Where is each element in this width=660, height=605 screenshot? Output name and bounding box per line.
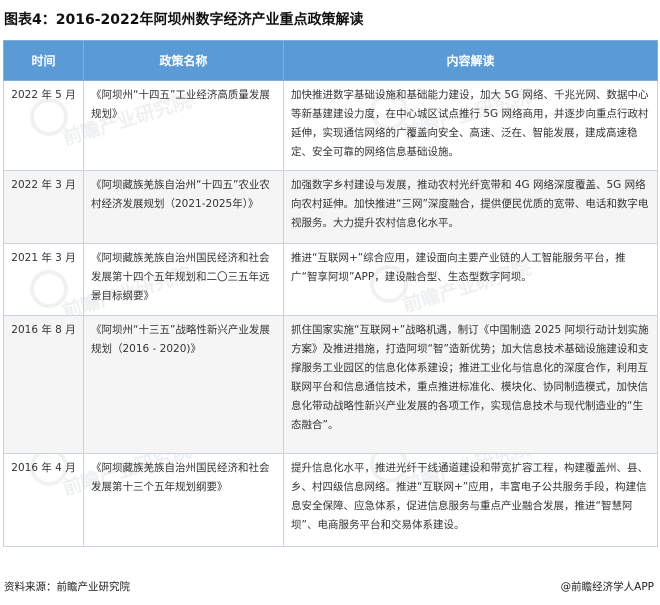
- table-header-row: 时间 政策名称 内容解读: [3, 40, 658, 81]
- row-policy: 《阿坝藏族羌族自治州国民经济和社会发展第十四个五年规划和二〇三五年远景目标纲要》: [83, 243, 284, 316]
- row-time: 2016 年 8 月: [3, 315, 84, 454]
- row-policy: 《阿坝藏族羌族自治州“十四五”农业农村经济发展规划（2021-2025年）》: [83, 170, 284, 244]
- table-row: 2016 年 4 月 《阿坝藏族羌族自治州国民经济和社会发展第十三个五年规划纲要…: [3, 453, 658, 547]
- header-content: 内容解读: [283, 40, 658, 81]
- chart-title: 图表4：2016-2022年阿坝州数字经济产业重点政策解读: [4, 12, 364, 28]
- table-row: 2022 年 5 月 《阿坝州“十四五”工业经济高质量发展规划》 加快推进数字基…: [3, 80, 658, 171]
- row-content: 推进“互联网+”综合应用，建设面向主要产业链的人工智能服务平台，推广“智享阿坝”…: [283, 243, 658, 316]
- row-time: 2021 年 3 月: [3, 243, 84, 316]
- row-content: 加快推进数字基础设施和基础能力建设，加大 5G 网络、千兆光网、数据中心等新基建…: [283, 80, 658, 171]
- row-content: 抓住国家实施“互联网+”战略机遇，制订《中国制造 2025 阿坝行动计划实施方案…: [283, 315, 658, 454]
- table-row: 2022 年 3 月 《阿坝藏族羌族自治州“十四五”农业农村经济发展规划（202…: [3, 170, 658, 244]
- row-time: 2016 年 4 月: [3, 453, 84, 547]
- header-time: 时间: [3, 40, 84, 81]
- row-policy: 《阿坝藏族羌族自治州国民经济和社会发展第十三个五年规划纲要》: [83, 453, 284, 547]
- source-note: 资料来源：前瞻产业研究院: [4, 581, 130, 593]
- row-content: 提升信息化水平，推进光纤干线通道建设和带宽扩容工程，构建覆盖州、县、乡、村四级信…: [283, 453, 658, 547]
- row-time: 2022 年 3 月: [3, 170, 84, 244]
- table-row: 2016 年 8 月 《阿坝州“十三五”战略性新兴产业发展规划（2016 - 2…: [3, 315, 658, 454]
- row-policy: 《阿坝州“十四五”工业经济高质量发展规划》: [83, 80, 284, 171]
- policy-table: 时间 政策名称 内容解读 2022 年 5 月 《阿坝州“十四五”工业经济高质量…: [3, 40, 658, 547]
- table-row: 2021 年 3 月 《阿坝藏族羌族自治州国民经济和社会发展第十四个五年规划和二…: [3, 243, 658, 316]
- row-content: 加强数字乡村建设与发展，推动农村光纤宽带和 4G 网络深度覆盖、5G 网络向农村…: [283, 170, 658, 244]
- header-policy: 政策名称: [83, 40, 284, 81]
- brand-credit: @前瞻经济学人APP: [560, 581, 654, 593]
- row-policy: 《阿坝州“十三五”战略性新兴产业发展规划（2016 - 2020)》: [83, 315, 284, 454]
- row-time: 2022 年 5 月: [3, 80, 84, 171]
